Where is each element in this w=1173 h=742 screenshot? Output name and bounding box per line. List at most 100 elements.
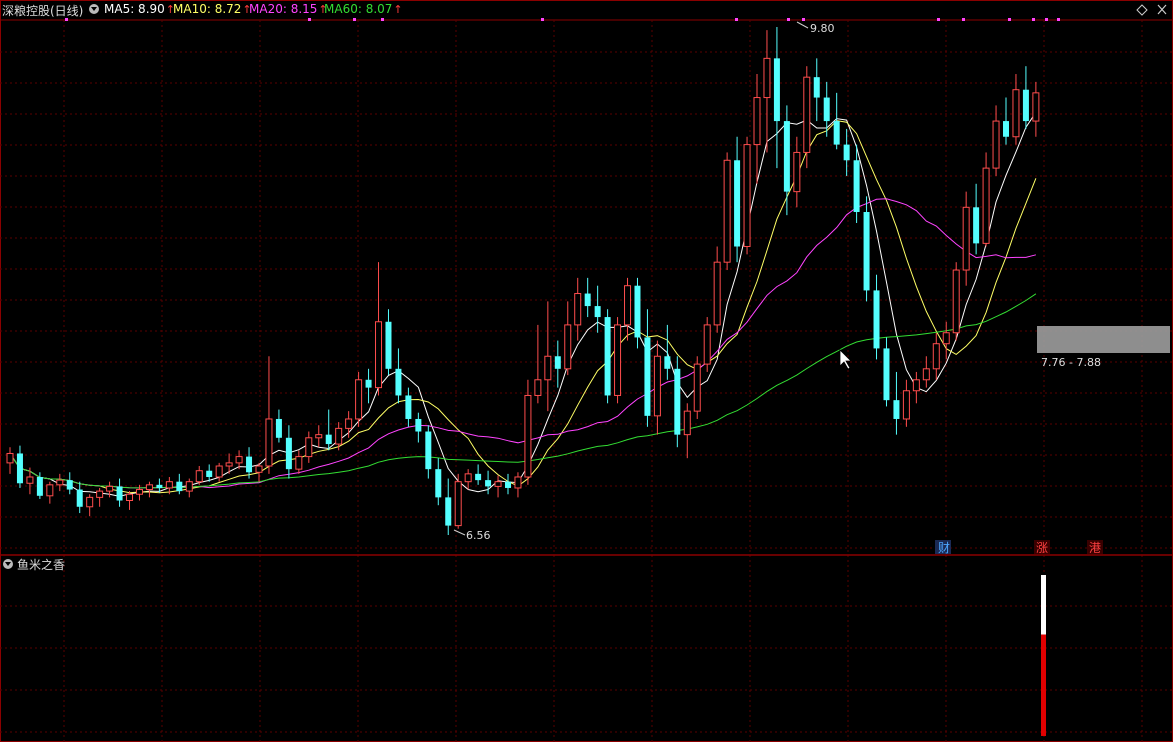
- candle: [145, 481, 153, 498]
- candle: [922, 356, 930, 388]
- candle: [1032, 81, 1040, 137]
- candle: [485, 470, 492, 495]
- candle: [942, 321, 950, 360]
- grid-lines: [0, 0, 1173, 742]
- candle: [375, 262, 383, 396]
- candle: [644, 309, 651, 427]
- indicator-bar: [1041, 575, 1046, 736]
- candle: [992, 105, 1000, 176]
- candle: [763, 30, 771, 153]
- candle: [355, 371, 363, 427]
- candle: [713, 246, 721, 333]
- candle: [674, 356, 681, 448]
- candle: [723, 152, 731, 271]
- diamond-icon[interactable]: [1136, 4, 1148, 16]
- candle: [126, 491, 134, 510]
- indicator-name: 鱼米之香: [17, 558, 65, 572]
- candle: [873, 274, 880, 360]
- candle: [325, 409, 332, 451]
- finance-marker[interactable]: 财: [938, 541, 950, 555]
- candle: [883, 337, 890, 407]
- candle: [415, 412, 422, 443]
- high-price-label: 9.80: [810, 22, 835, 35]
- ma60-line: [9, 293, 1037, 489]
- candle: [135, 484, 143, 501]
- candle: [614, 317, 622, 404]
- candle: [703, 317, 711, 372]
- candle: [514, 472, 522, 498]
- candle: [863, 196, 870, 302]
- candle: [773, 27, 780, 169]
- candle: [604, 309, 611, 404]
- candle: [445, 478, 452, 535]
- candle: [315, 425, 323, 448]
- candle: [185, 478, 193, 498]
- candle: [813, 58, 820, 122]
- candle: [544, 301, 552, 412]
- candle: [46, 481, 54, 504]
- candle: [793, 136, 801, 208]
- ma20-line: [9, 198, 1037, 489]
- candle: [683, 403, 691, 459]
- ma5-line: [9, 112, 1037, 497]
- low-price-label: 6.56: [466, 529, 491, 542]
- close-icon[interactable]: [1157, 4, 1167, 15]
- candle: [554, 340, 561, 388]
- range-price-label: 7.76 - 7.88: [1041, 356, 1101, 369]
- candle: [982, 152, 990, 247]
- hk-connect-marker[interactable]: 港: [1089, 541, 1101, 555]
- candle: [255, 462, 263, 482]
- candle: [912, 371, 920, 404]
- candle: [584, 277, 591, 318]
- candle: [1022, 66, 1029, 129]
- candle: [206, 464, 213, 482]
- candle: [435, 458, 442, 506]
- candle: [783, 105, 790, 216]
- candle: [116, 478, 123, 507]
- candle: [693, 356, 701, 419]
- candle: [265, 356, 273, 474]
- mouse-cursor: [839, 349, 852, 370]
- candle: [932, 332, 940, 380]
- kline-chart[interactable]: 9.80 6.56 7.76 - 7.88 财 涨 港 鱼米之香: [0, 0, 1173, 742]
- candle: [664, 324, 671, 380]
- rise-marker[interactable]: 涨: [1036, 540, 1048, 555]
- candle: [16, 445, 23, 488]
- candle: [902, 379, 910, 427]
- stock-chart-window: 深粮控股(日线) MA5: 8.90↑ MA10: 8.72↑ MA20: 8.…: [0, 0, 1173, 742]
- candle: [6, 447, 14, 474]
- candle: [215, 462, 223, 482]
- indicator-bar-white: [1041, 575, 1046, 635]
- candle: [395, 348, 402, 404]
- candle: [425, 425, 432, 479]
- candle: [653, 340, 661, 435]
- indicator-bar-red: [1041, 634, 1046, 736]
- candle: [505, 473, 511, 495]
- candle: [86, 494, 94, 517]
- candle: [56, 473, 64, 492]
- candle: [275, 409, 282, 443]
- candle: [26, 467, 34, 495]
- candle: [973, 183, 980, 255]
- candle: [534, 324, 542, 404]
- candle: [952, 262, 960, 341]
- candle: [365, 368, 372, 404]
- candle: [634, 277, 641, 349]
- candle: [734, 136, 741, 263]
- candle: [285, 425, 292, 479]
- candle: [96, 487, 104, 507]
- indicator-title[interactable]: 鱼米之香: [3, 558, 65, 572]
- candle: [305, 431, 313, 463]
- candle: [893, 371, 900, 435]
- candle: [494, 475, 502, 498]
- ma10-line: [9, 120, 1037, 494]
- candle: [454, 473, 462, 529]
- candle: [1012, 74, 1020, 145]
- moving-average-lines: [9, 112, 1037, 497]
- candle: [195, 466, 203, 485]
- candle: [524, 379, 532, 485]
- candle: [743, 136, 751, 255]
- candle: [833, 92, 840, 150]
- candle: [475, 464, 482, 485]
- candle: [803, 66, 811, 169]
